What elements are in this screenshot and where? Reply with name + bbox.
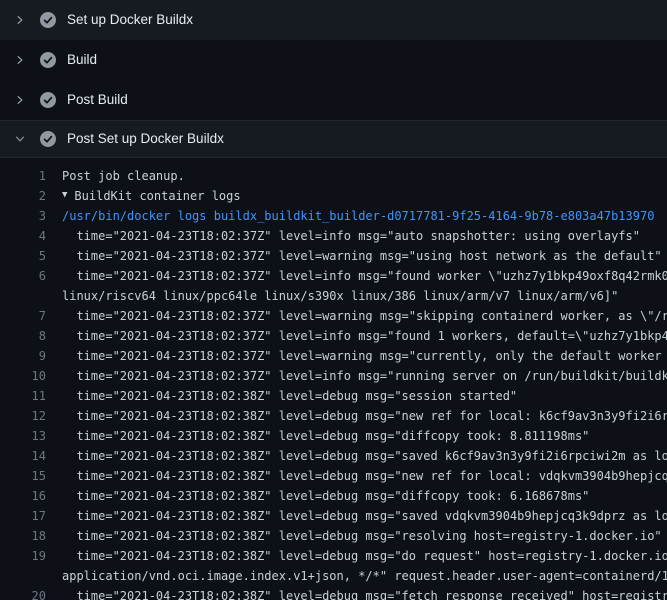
log-line-number[interactable]: 7 xyxy=(16,306,46,326)
log-line-number[interactable]: 8 xyxy=(16,326,46,346)
log-line-number[interactable]: 20 xyxy=(16,586,46,600)
success-check-circle-icon xyxy=(40,131,56,147)
log-row: 9 time="2021-04-23T18:02:37Z" level=warn… xyxy=(16,346,667,366)
chevron-down-icon xyxy=(14,133,26,145)
log-line-number[interactable]: 11 xyxy=(16,386,46,406)
log-row: 11 time="2021-04-23T18:02:38Z" level=deb… xyxy=(16,386,667,406)
log-line-text: time="2021-04-23T18:02:38Z" level=debug … xyxy=(62,446,667,466)
log-row: 7 time="2021-04-23T18:02:37Z" level=warn… xyxy=(16,306,667,326)
log-line-number[interactable]: 1 xyxy=(16,166,46,186)
success-check-circle-icon xyxy=(40,92,56,108)
section-title: Post Set up Docker Buildx xyxy=(67,131,224,147)
workflow-log-viewer: Set up Docker Buildx Build Post Build Post … xyxy=(0,0,667,600)
log-line-text: time="2021-04-23T18:02:37Z" level=info m… xyxy=(62,266,667,286)
log-line-number[interactable]: 15 xyxy=(16,466,46,486)
log-line-number[interactable]: 4 xyxy=(16,226,46,246)
log-line-number[interactable]: 9 xyxy=(16,346,46,366)
log-line-text: time="2021-04-23T18:02:37Z" level=warnin… xyxy=(62,346,667,366)
log-line-number[interactable]: 5 xyxy=(16,246,46,266)
log-line-number xyxy=(16,286,46,306)
log-row: 15 time="2021-04-23T18:02:38Z" level=deb… xyxy=(16,466,667,486)
log-line-text: time="2021-04-23T18:02:37Z" level=warnin… xyxy=(62,246,662,266)
log-line-text: linux/riscv64 linux/ppc64le linux/s390x … xyxy=(62,286,618,306)
section-title: Set up Docker Buildx xyxy=(67,12,193,28)
collapse-toggle-icon[interactable]: ▼ xyxy=(62,186,67,205)
success-check-circle-icon xyxy=(40,52,56,68)
log-line-text: time="2021-04-23T18:02:38Z" level=debug … xyxy=(62,586,667,600)
log-row: 8 time="2021-04-23T18:02:37Z" level=info… xyxy=(16,326,667,346)
chevron-right-icon xyxy=(14,94,26,106)
success-check-circle-icon xyxy=(40,12,56,28)
log-line-number[interactable]: 18 xyxy=(16,526,46,546)
log-line-text: time="2021-04-23T18:02:38Z" level=debug … xyxy=(62,486,589,506)
log-lines: 1 Post job cleanup. 2 ▼ BuildKit container l… xyxy=(0,158,667,600)
chevron-right-icon xyxy=(14,54,26,66)
log-line-text: BuildKit container logs xyxy=(74,186,240,206)
log-row: 19 time="2021-04-23T18:02:38Z" level=deb… xyxy=(16,546,667,566)
log-row: 18 time="2021-04-23T18:02:38Z" level=deb… xyxy=(16,526,667,546)
log-line-text: application/vnd.oci.image.index.v1+json,… xyxy=(62,566,667,586)
log-line-number[interactable]: 17 xyxy=(16,506,46,526)
log-line-text: time="2021-04-23T18:02:38Z" level=debug … xyxy=(62,526,662,546)
log-line-text: time="2021-04-23T18:02:38Z" level=debug … xyxy=(62,506,667,526)
log-line-number[interactable]: 14 xyxy=(16,446,46,466)
log-row: 1 Post job cleanup. xyxy=(16,166,667,186)
log-row: 20 time="2021-04-23T18:02:38Z" level=deb… xyxy=(16,586,667,600)
section-title: Build xyxy=(67,52,97,68)
log-line-text: time="2021-04-23T18:02:38Z" level=debug … xyxy=(62,426,589,446)
log-row: 5 time="2021-04-23T18:02:37Z" level=warn… xyxy=(16,246,667,266)
log-row: linux/riscv64 linux/ppc64le linux/s390x … xyxy=(16,286,667,306)
section-title: Post Build xyxy=(67,92,128,108)
log-line-number[interactable]: 10 xyxy=(16,366,46,386)
log-row: 6 time="2021-04-23T18:02:37Z" level=info… xyxy=(16,266,667,286)
log-line-number[interactable]: 19 xyxy=(16,546,46,566)
step-sections: Set up Docker Buildx Build Post Build Post … xyxy=(0,0,667,158)
log-line-text: time="2021-04-23T18:02:38Z" level=debug … xyxy=(62,546,667,566)
log-row: 13 time="2021-04-23T18:02:38Z" level=deb… xyxy=(16,426,667,446)
log-line-text: time="2021-04-23T18:02:37Z" level=info m… xyxy=(62,326,667,346)
section-header-set-up-docker-buildx[interactable]: Set up Docker Buildx xyxy=(0,0,667,40)
log-line-text: Post job cleanup. xyxy=(62,166,185,186)
log-row: 2 ▼ BuildKit container logs xyxy=(16,186,667,206)
section-header-post-build[interactable]: Post Build xyxy=(0,80,667,120)
log-line-number[interactable]: 16 xyxy=(16,486,46,506)
log-line-number[interactable]: 13 xyxy=(16,426,46,446)
log-line-text: time="2021-04-23T18:02:38Z" level=debug … xyxy=(62,386,517,406)
log-line-number[interactable]: 6 xyxy=(16,266,46,286)
section-header-post-set-up-docker-buildx[interactable]: Post Set up Docker Buildx xyxy=(0,120,667,158)
log-row: 14 time="2021-04-23T18:02:38Z" level=deb… xyxy=(16,446,667,466)
chevron-right-icon xyxy=(14,14,26,26)
log-row: 17 time="2021-04-23T18:02:38Z" level=deb… xyxy=(16,506,667,526)
log-line-text: time="2021-04-23T18:02:37Z" level=warnin… xyxy=(62,306,667,326)
log-line-number[interactable]: 2 xyxy=(16,186,46,206)
log-row: 16 time="2021-04-23T18:02:38Z" level=deb… xyxy=(16,486,667,506)
log-line-number[interactable]: 12 xyxy=(16,406,46,426)
log-line-number[interactable]: 3 xyxy=(16,206,46,226)
log-row: 4 time="2021-04-23T18:02:37Z" level=info… xyxy=(16,226,667,246)
log-line-text: time="2021-04-23T18:02:38Z" level=debug … xyxy=(62,466,667,486)
log-line-text: time="2021-04-23T18:02:37Z" level=info m… xyxy=(62,226,640,246)
section-header-build[interactable]: Build xyxy=(0,40,667,80)
log-row: 3/usr/bin/docker logs buildx_buildkit_bu… xyxy=(16,206,667,226)
log-line-text: /usr/bin/docker logs buildx_buildkit_bui… xyxy=(62,206,654,226)
log-row: 10 time="2021-04-23T18:02:37Z" level=inf… xyxy=(16,366,667,386)
log-line-text: time="2021-04-23T18:02:37Z" level=info m… xyxy=(62,366,667,386)
log-row: 12 time="2021-04-23T18:02:38Z" level=deb… xyxy=(16,406,667,426)
log-row: application/vnd.oci.image.index.v1+json,… xyxy=(16,566,667,586)
log-line-text: time="2021-04-23T18:02:38Z" level=debug … xyxy=(62,406,667,426)
log-line-number xyxy=(16,566,46,586)
